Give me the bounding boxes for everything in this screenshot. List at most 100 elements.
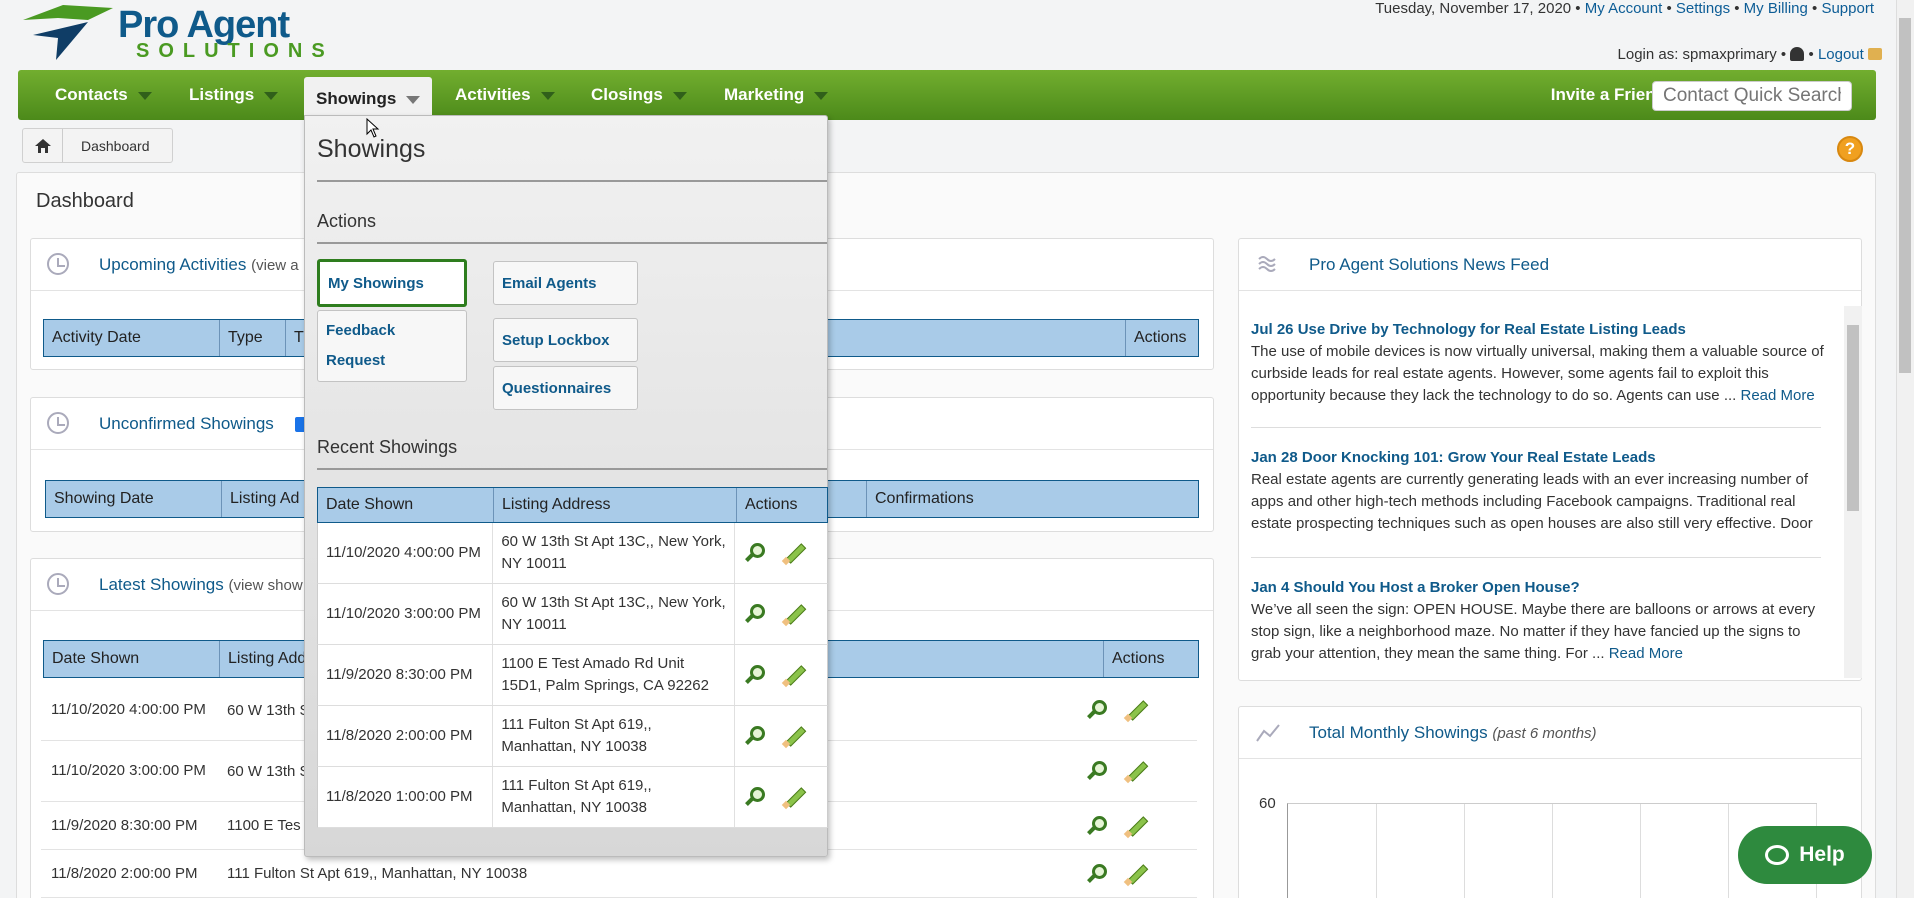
chevron-down-icon [814,91,829,100]
edit-icon[interactable] [781,784,807,810]
settings-link[interactable]: Settings [1676,0,1730,17]
support-link[interactable]: Support [1821,0,1874,17]
col-type[interactable]: Type [220,320,286,356]
email-agents-button[interactable]: Email Agents [493,261,638,305]
monthly-subtitle: (past 6 months) [1492,725,1597,742]
edit-icon[interactable] [1123,758,1149,784]
nav-listings[interactable]: Listings [189,70,279,120]
edit-icon[interactable] [781,601,807,627]
view-icon[interactable] [1085,861,1111,887]
divider [317,242,827,244]
lock-icon [1868,48,1882,60]
read-more-link[interactable]: Read More [1609,645,1683,662]
col-showing-date[interactable]: Showing Date [46,481,222,517]
view-icon[interactable] [1085,697,1111,723]
home-breadcrumb[interactable] [23,129,63,162]
row-date: 11/8/2020 1:00:00 PM [318,767,494,827]
view-icon[interactable] [1085,813,1111,839]
col-listing-address[interactable]: Listing Address [494,488,737,522]
news-feed-widget: Pro Agent Solutions News Feed Jul 26 Use… [1238,238,1862,681]
widget-header: Total Monthly Showings (past 6 months) [1239,707,1861,759]
nav-marketing[interactable]: Marketing [724,70,829,120]
page-title: Dashboard [36,190,134,212]
nav-marketing-label: Marketing [724,85,805,104]
view-icon[interactable] [1085,758,1111,784]
clock-icon [47,412,69,434]
view-icon[interactable] [743,540,769,566]
table-row: 11/10/2020 3:00:00 PM 60 W 13th St Apt 1… [317,584,828,645]
edit-icon[interactable] [1123,697,1149,723]
feedback-request-button[interactable]: Feedback Request [317,310,467,382]
nav-closings[interactable]: Closings [591,70,687,120]
invite-friend-link[interactable]: Invite a Friend [1551,70,1666,120]
login-row: Login as: spmaxprimary • • Logout [1618,46,1882,63]
news-item-body: The use of mobile devices is now virtual… [1251,343,1824,404]
my-showings-button[interactable]: My Showings [317,259,467,307]
recent-showings-table: Date Shown Listing Address Actions 11/10… [317,487,828,828]
questionnaires-button[interactable]: Questionnaires [493,366,638,410]
widget-title: Latest Showings (view show [99,575,303,595]
view-icon[interactable] [743,662,769,688]
view-icon[interactable] [743,723,769,749]
table-row: 11/8/2020 2:00:00 PM 111 Fulton St Apt 6… [41,850,1197,898]
news-scrollbar-thumb[interactable] [1847,325,1859,511]
logout-link[interactable]: Logout [1818,46,1864,63]
nav-contacts[interactable]: Contacts [55,70,152,120]
table-row: 11/10/2020 4:00:00 PM 60 W 13th St Apt 1… [317,523,828,584]
edit-icon[interactable] [781,723,807,749]
contact-quick-search-input[interactable] [1652,81,1852,111]
edit-icon[interactable] [1123,861,1149,887]
help-question-icon[interactable]: ? [1837,136,1863,162]
view-icon[interactable] [743,784,769,810]
clock-icon [47,253,69,275]
edit-icon[interactable] [1123,813,1149,839]
row-address: 111 Fulton St Apt 619,, Manhattan, NY 10… [227,865,528,882]
bell-icon[interactable] [1790,47,1805,61]
widget-title: Total Monthly Showings (past 6 months) [1309,723,1597,743]
logo[interactable]: Pro Agent SOLUTIONS [18,0,338,64]
read-more-link[interactable]: Read More [1741,387,1815,404]
view-icon[interactable] [743,601,769,627]
row-date: 11/10/2020 3:00:00 PM [318,584,494,644]
news-item-title[interactable]: Jan 28 Door Knocking 101: Grow Your Real… [1251,449,1831,466]
row-date: 11/10/2020 4:00:00 PM [318,523,494,583]
nav-activities[interactable]: Activities [455,70,555,120]
upcoming-subtitle[interactable]: (view a [251,257,299,274]
help-chat-button[interactable]: Help [1738,826,1872,884]
breadcrumb: Dashboard [22,128,173,163]
home-icon [34,138,51,153]
col-activity-date[interactable]: Activity Date [44,320,220,356]
row-date: 11/9/2020 8:30:00 PM [51,816,198,834]
edit-icon[interactable] [781,662,807,688]
news-item-title[interactable]: Jan 4 Should You Host a Broker Open Hous… [1251,579,1831,596]
chevron-down-icon [137,91,152,100]
setup-lockbox-button[interactable]: Setup Lockbox [493,318,638,362]
nav-showings-label: Showings [316,89,397,108]
table-header: Date Shown Listing Address Actions [317,487,828,523]
chevron-down-icon [264,91,279,100]
divider [1251,557,1821,558]
row-address: 111 Fulton St Apt 619,, Manhattan, NY 10… [493,767,736,827]
page-scrollbar-thumb[interactable] [1899,18,1911,373]
row-date: 11/10/2020 4:00:00 PM [51,701,206,718]
latest-subtitle[interactable]: (view show [228,577,302,594]
news-feed-title: Pro Agent Solutions News Feed [1309,255,1550,274]
col-confirmations[interactable]: Confirmations [867,481,1197,517]
col-date-shown[interactable]: Date Shown [44,641,220,677]
logo-subtext: SOLUTIONS [136,40,334,62]
my-billing-link[interactable]: My Billing [1744,0,1808,17]
edit-icon[interactable] [781,540,807,566]
news-item-body: We’ve all seen the sign: OPEN HOUSE. May… [1251,601,1816,662]
news-item-title[interactable]: Jul 26 Use Drive by Technology for Real … [1251,321,1831,338]
breadcrumb-dashboard: Dashboard [81,137,150,154]
table-row: 11/9/2020 8:30:00 PM 1100 E Test Amado R… [317,645,828,706]
mouse-cursor-icon [366,118,380,138]
row-address: 60 W 13th St Apt 13C,, New York, NY 1001… [493,584,736,644]
chevron-down-icon [540,91,555,100]
clock-icon [47,573,69,595]
col-date-shown[interactable]: Date Shown [318,488,494,522]
logo-mark-icon [23,5,113,60]
feed-icon [1258,256,1276,272]
my-account-link[interactable]: My Account [1585,0,1663,17]
row-address: 111 Fulton St Apt 619,, Manhattan, NY 10… [493,706,736,766]
